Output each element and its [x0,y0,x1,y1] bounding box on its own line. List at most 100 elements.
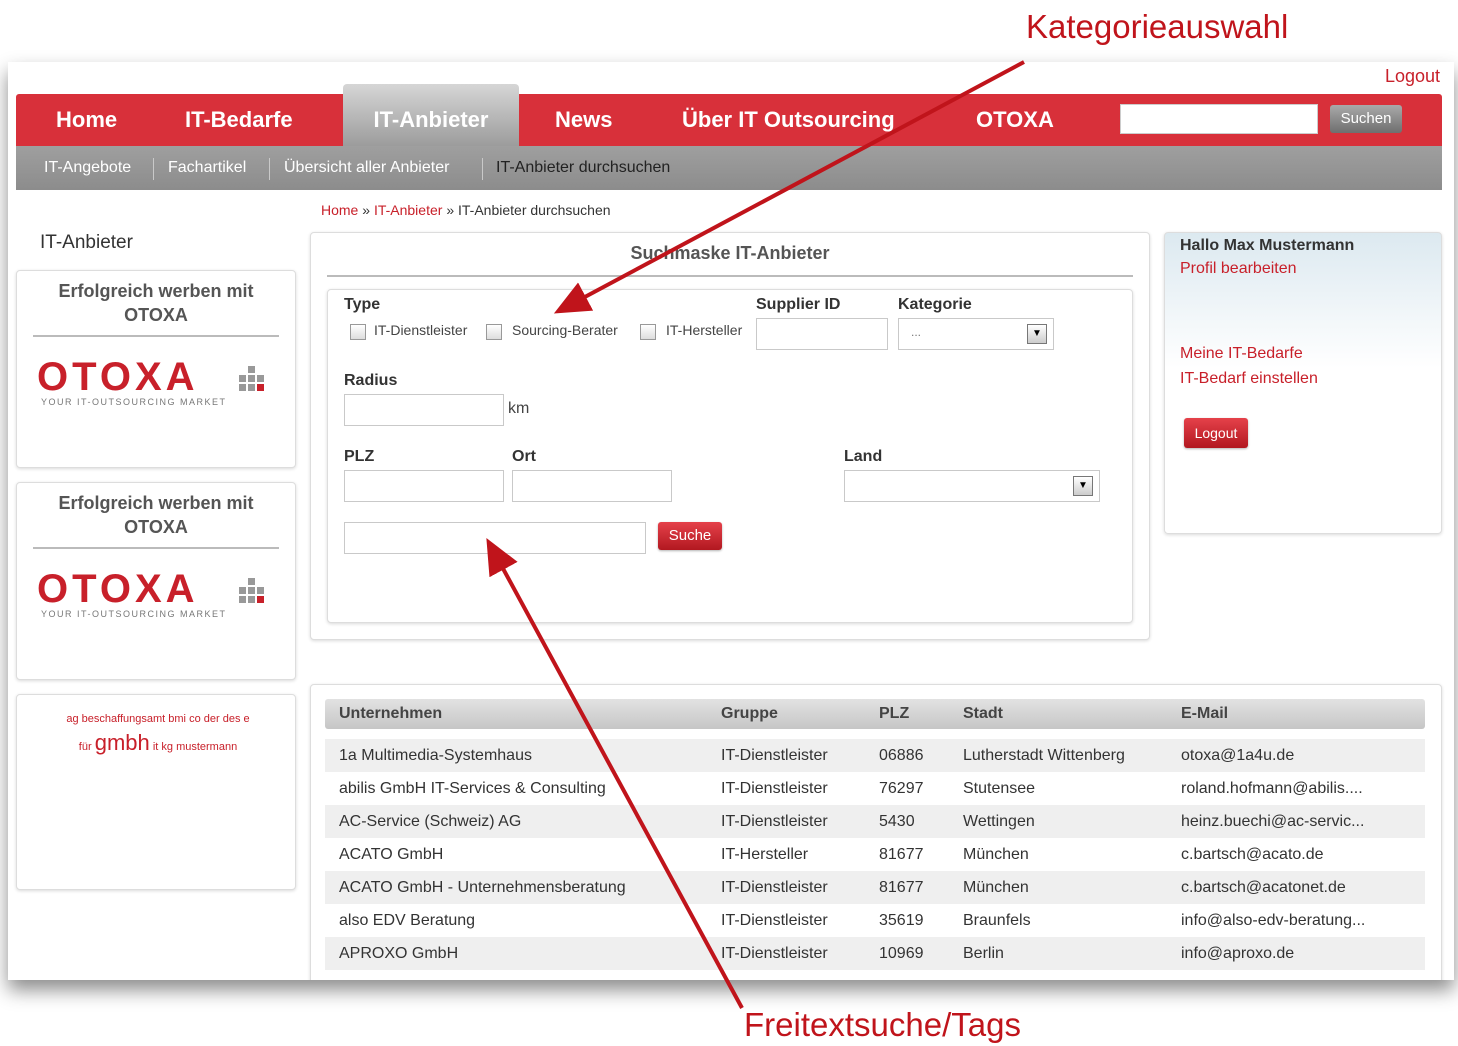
user-logout-button[interactable]: Logout [1184,418,1248,448]
column-header-stadt[interactable]: Stadt [963,699,1003,729]
tag-item[interactable]: co [189,713,201,725]
tag-item[interactable]: gmbh [95,730,150,755]
nav-it-anbieter[interactable]: IT-Anbieter [343,84,519,146]
subnav-separator [153,158,154,180]
table-row[interactable]: 1a Multimedia-Systemhaus IT-Dienstleister… [325,739,1425,772]
tag-item[interactable]: für [79,741,92,753]
table-row[interactable]: ACATO GmbH IT-Hersteller 81677 München c.bar… [325,838,1425,871]
search-panel: Suchmaske IT-Anbieter Type IT-Dienstleis… [310,232,1150,640]
breadcrumb-section[interactable]: IT-Anbieter [374,202,442,218]
breadcrumb-home[interactable]: Home [321,202,358,218]
column-header-email[interactable]: E-Mail [1181,699,1228,729]
freetext-search-input[interactable] [344,522,646,554]
table-cell: info@also-edv-beratung... [1181,912,1366,929]
category-select[interactable]: ... ▼ [898,318,1054,350]
table-cell: c.bartsch@acatonet.de [1181,879,1346,896]
profile-edit-link[interactable]: Profil bearbeiten [1180,260,1297,278]
table-row[interactable]: also EDV Beratung IT-Dienstleister 35619 Br… [325,904,1425,937]
tag-item[interactable]: it [153,741,159,753]
checkbox-it-dienstleister[interactable] [350,324,366,340]
sub-navigation: IT-Angebote Fachartikel Übersicht aller … [16,146,1442,190]
radius-unit: km [508,400,530,417]
supplier-id-input[interactable] [756,318,888,350]
category-selected-value: ... [911,325,922,339]
nav-news[interactable]: News [555,94,612,146]
search-form: Type IT-Dienstleister Sourcing-Berater I… [327,289,1133,623]
table-cell: Braunfels [963,912,1031,929]
results-table-header: Unternehmen Gruppe PLZ Stadt E-Mail [325,699,1425,729]
table-cell: roland.hofmann@abilis.... [1181,780,1363,797]
checkbox-sourcing-berater[interactable] [486,324,502,340]
subnav-it-angebote[interactable]: IT-Angebote [44,146,131,190]
table-row[interactable]: AC-Service (Schweiz) AG IT-Dienstleister 5… [325,805,1425,838]
table-cell: info@aproxo.de [1181,945,1295,962]
subnav-anbieter-durchsuchen[interactable]: IT-Anbieter durchsuchen [496,146,670,190]
table-cell: Stutensee [963,780,1036,797]
checkbox-it-hersteller[interactable] [640,324,656,340]
table-cell: 35619 [879,912,924,929]
table-cell: IT-Hersteller [721,846,809,863]
nav-otoxa[interactable]: OTOXA [976,94,1054,146]
tag-cloud: ag beschaffungsamt bmi co der des e für … [16,694,296,890]
radius-input[interactable] [344,394,504,426]
my-it-needs-link[interactable]: Meine IT-Bedarfe [1180,345,1303,363]
table-cell: otoxa@1a4u.de [1181,747,1295,764]
logo-tagline: YOUR IT-OUTSOURCING MARKET [41,397,227,407]
results-table-body: 1a Multimedia-Systemhaus IT-Dienstleister… [325,739,1425,979]
table-row[interactable]: abilis GmbH IT-Services & Consulting IT-D… [325,772,1425,805]
table-cell: IT-Dienstleister [721,747,828,764]
ort-label: Ort [512,448,536,465]
results-panel: Unternehmen Gruppe PLZ Stadt E-Mail 1a M… [310,684,1442,980]
table-row[interactable]: APROXO GmbH IT-Dienstleister 10969 Berlin in… [325,937,1425,970]
table-cell: IT-Dienstleister [721,945,828,962]
tag-item[interactable]: des [223,713,241,725]
table-cell: Wettingen [963,813,1035,830]
search-submit-button[interactable]: Suche [658,522,722,550]
table-cell: 81677 [879,879,924,896]
add-it-need-link[interactable]: IT-Bedarf einstellen [1180,370,1318,388]
top-logout-link[interactable]: Logout [1385,66,1440,87]
ad-divider [33,335,279,337]
nav-ueber-it-outsourcing[interactable]: Über IT Outsourcing [682,94,895,146]
ort-input[interactable] [512,470,672,502]
tag-item[interactable]: ag [66,713,78,725]
nav-home[interactable]: Home [56,94,117,146]
checkbox-label: IT-Dienstleister [374,322,468,338]
land-select[interactable]: ▼ [844,470,1100,502]
table-cell: 76297 [879,780,924,797]
plz-input[interactable] [344,470,504,502]
table-row[interactable]: ACATO GmbH - Unternehmensberatung IT-Dien… [325,871,1425,904]
tag-item[interactable]: beschaffungsamt [82,713,166,725]
table-cell: c.bartsch@acato.de [1181,846,1324,863]
chevron-down-icon[interactable]: ▼ [1027,324,1047,344]
table-cell: IT-Dienstleister [721,813,828,830]
column-header-gruppe[interactable]: Gruppe [721,699,778,729]
annotation-category: Kategorieauswahl [1026,8,1289,45]
tag-item[interactable]: mustermann [176,741,237,753]
tag-item[interactable]: der [204,713,220,725]
nav-it-bedarfe[interactable]: IT-Bedarfe [185,94,293,146]
top-search-input[interactable] [1120,104,1318,134]
subnav-uebersicht-anbieter[interactable]: Übersicht aller Anbieter [284,146,449,190]
radius-label: Radius [344,372,398,389]
tag-item[interactable]: bmi [168,713,186,725]
main-navigation: Home IT-Bedarfe IT-Anbieter News Über IT… [16,84,1442,146]
table-cell: ACATO GmbH - Unternehmensberatung [339,879,626,896]
table-cell: IT-Dienstleister [721,879,828,896]
top-search-button[interactable]: Suchen [1330,105,1402,133]
ad-title: Erfolgreich werben mit OTOXA [58,281,254,325]
checkbox-label: Sourcing-Berater [512,322,618,338]
category-label: Kategorie [898,296,972,313]
ad-box[interactable]: Erfolgreich werben mit OTOXA OTOXA YOUR … [16,270,296,468]
search-panel-title: Suchmaske IT-Anbieter [630,243,830,263]
column-header-plz[interactable]: PLZ [879,699,909,729]
column-header-unternehmen[interactable]: Unternehmen [339,699,442,729]
breadcrumb-separator: » [446,202,455,218]
tag-item[interactable]: e [244,713,250,725]
tag-item[interactable]: kg [161,741,173,753]
table-cell: 06886 [879,747,924,764]
subnav-fachartikel[interactable]: Fachartikel [168,146,246,190]
chevron-down-icon[interactable]: ▼ [1073,476,1093,496]
table-cell: 10969 [879,945,924,962]
ad-box[interactable]: Erfolgreich werben mit OTOXA OTOXA YOUR … [16,482,296,680]
